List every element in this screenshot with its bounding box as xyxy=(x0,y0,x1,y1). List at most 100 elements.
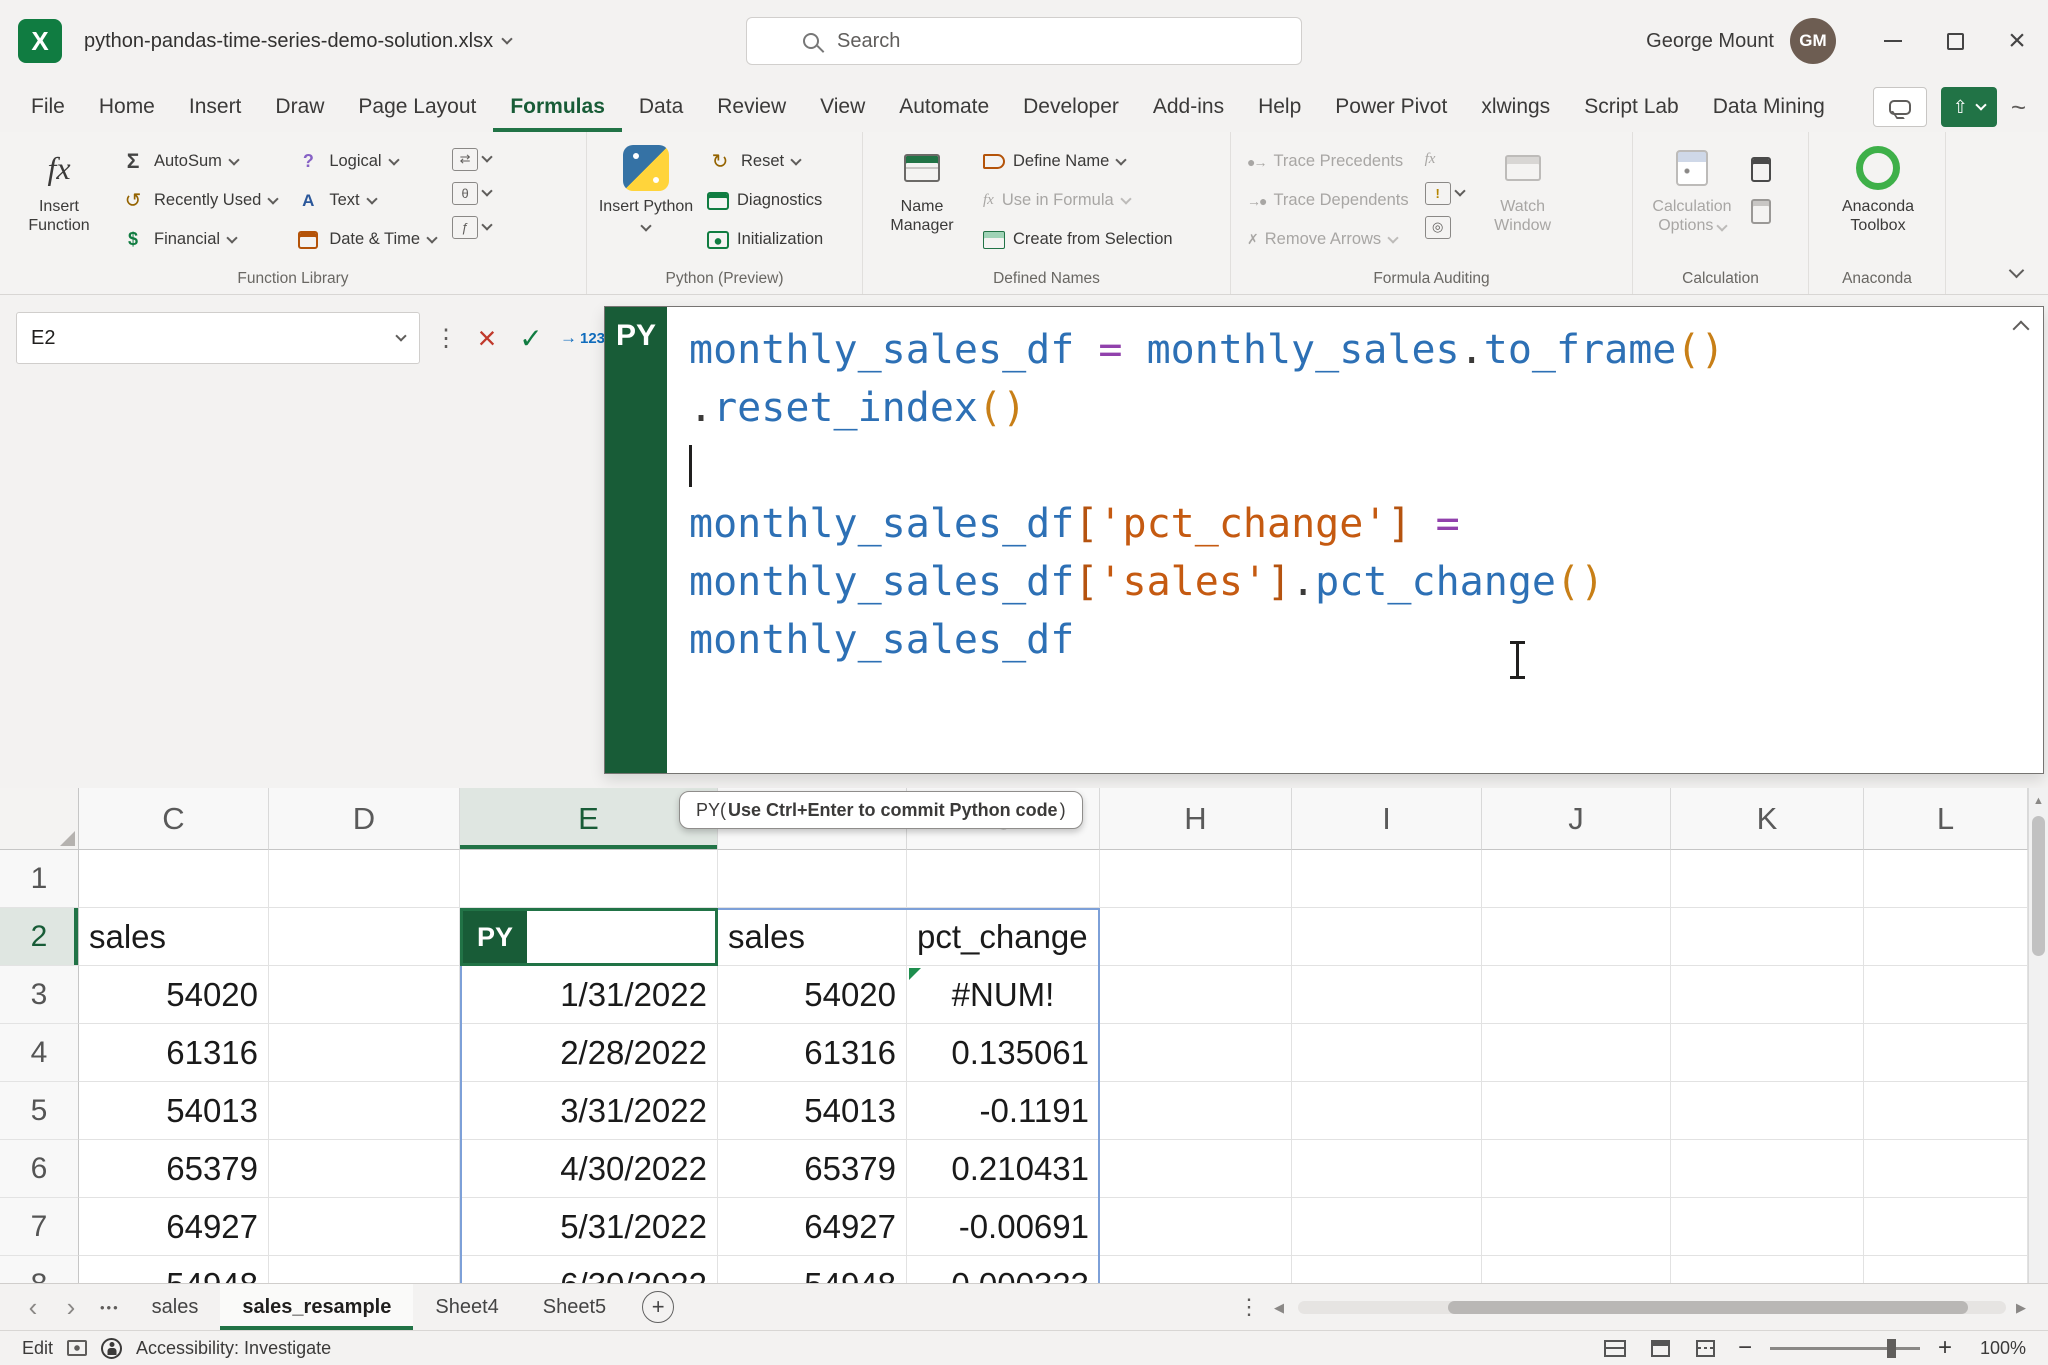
row-header-8[interactable]: 8 xyxy=(0,1256,79,1283)
name-box[interactable]: E2 xyxy=(16,312,420,364)
tab-power-pivot[interactable]: Power Pivot xyxy=(1318,82,1464,132)
share-button[interactable]: ⇧ xyxy=(1941,87,1997,127)
search-input[interactable]: Search xyxy=(746,17,1302,65)
trace-dependents-button[interactable]: →●Trace Dependents xyxy=(1241,181,1415,220)
row-header-4[interactable]: 4 xyxy=(0,1024,79,1082)
sheet-tab-sales[interactable]: sales xyxy=(130,1284,221,1330)
date-time-button[interactable]: Date & Time xyxy=(289,220,442,259)
calculate-now-button[interactable] xyxy=(1747,152,1775,186)
cell[interactable] xyxy=(1671,1082,1864,1140)
col-header-C[interactable]: C xyxy=(79,788,269,850)
cell[interactable] xyxy=(1482,908,1671,966)
zoom-slider-knob[interactable] xyxy=(1887,1339,1896,1358)
cell[interactable] xyxy=(269,850,460,908)
cell[interactable] xyxy=(1292,1256,1482,1283)
sheet-list-button[interactable]: ••• xyxy=(100,1300,120,1315)
tab-automate[interactable]: Automate xyxy=(882,82,1006,132)
cell[interactable] xyxy=(907,850,1100,908)
enter-button[interactable]: ✓ xyxy=(516,322,546,355)
sheet-tab-sheet4[interactable]: Sheet4 xyxy=(413,1284,520,1330)
col-header-H[interactable]: H xyxy=(1100,788,1292,850)
cell[interactable] xyxy=(1292,1024,1482,1082)
cell[interactable] xyxy=(1482,1198,1671,1256)
cell[interactable] xyxy=(1100,908,1292,966)
initialization-button[interactable]: Initialization xyxy=(701,220,829,259)
sheet-tab-sheet5[interactable]: Sheet5 xyxy=(521,1284,628,1330)
cell[interactable] xyxy=(1864,1024,2028,1082)
zoom-in-button[interactable]: + xyxy=(1935,1334,1955,1362)
horizontal-scrollbar-thumb[interactable] xyxy=(1448,1301,1968,1314)
cell-G6[interactable]: 0.210431 xyxy=(907,1140,1100,1198)
cell-E5[interactable]: 3/31/2022 xyxy=(460,1082,718,1140)
avatar[interactable]: GM xyxy=(1790,18,1836,64)
comments-button[interactable] xyxy=(1873,87,1927,127)
tab-page-layout[interactable]: Page Layout xyxy=(341,82,493,132)
use-in-formula-button[interactable]: fxUse in Formula xyxy=(977,181,1179,220)
cell[interactable] xyxy=(1100,1198,1292,1256)
cell[interactable] xyxy=(1671,1140,1864,1198)
sheet-tab-sales-resample[interactable]: sales_resample xyxy=(220,1284,413,1330)
cell[interactable] xyxy=(1292,850,1482,908)
zoom-slider[interactable] xyxy=(1770,1347,1920,1350)
cell[interactable] xyxy=(1864,908,2028,966)
tab-insert[interactable]: Insert xyxy=(172,82,259,132)
cell[interactable] xyxy=(1671,1256,1864,1283)
formula-code-area[interactable]: monthly_sales_df = monthly_sales.to_fram… xyxy=(667,307,2043,773)
tab-file[interactable]: File xyxy=(14,82,82,132)
cell-E8[interactable]: 6/30/2022 xyxy=(460,1256,718,1283)
workbook-title[interactable]: python-pandas-time-series-demo-solution.… xyxy=(84,30,511,53)
cell[interactable] xyxy=(1671,966,1864,1024)
cell-C2[interactable]: sales xyxy=(79,908,269,966)
row-header-6[interactable]: 6 xyxy=(0,1140,79,1198)
cell-G3[interactable]: #NUM! xyxy=(907,966,1100,1024)
view-page-layout-button[interactable] xyxy=(1645,1336,1675,1360)
active-cell-E2[interactable]: PY xyxy=(460,908,718,966)
cell-E4[interactable]: 2/28/2022 xyxy=(460,1024,718,1082)
remove-arrows-button[interactable]: ✗Remove Arrows xyxy=(1241,220,1415,259)
row-header-5[interactable]: 5 xyxy=(0,1082,79,1140)
cell-E7[interactable]: 5/31/2022 xyxy=(460,1198,718,1256)
cell-F3[interactable]: 54020 xyxy=(718,966,907,1024)
cell[interactable] xyxy=(1100,966,1292,1024)
cell[interactable] xyxy=(269,1082,460,1140)
cell-G8[interactable]: 0.000323 xyxy=(907,1256,1100,1283)
cell-F6[interactable]: 65379 xyxy=(718,1140,907,1198)
calculate-sheet-button[interactable] xyxy=(1747,194,1775,228)
tab-draw[interactable]: Draw xyxy=(258,82,341,132)
accessibility-status[interactable]: Accessibility: Investigate xyxy=(136,1338,331,1359)
tab-home[interactable]: Home xyxy=(82,82,172,132)
hscroll-right-icon[interactable]: ▶ xyxy=(2016,1300,2026,1316)
cell[interactable] xyxy=(1292,966,1482,1024)
logical-button[interactable]: ?Logical xyxy=(289,142,442,181)
cell[interactable] xyxy=(1482,1024,1671,1082)
vertical-scrollbar-thumb[interactable] xyxy=(2032,816,2045,956)
insert-python-button[interactable]: Insert Python xyxy=(597,138,695,235)
row-header-3[interactable]: 3 xyxy=(0,966,79,1024)
anaconda-toolbox-button[interactable]: Anaconda Toolbox xyxy=(1818,138,1938,235)
cell-F8[interactable]: 54948 xyxy=(718,1256,907,1283)
collapse-ribbon-icon[interactable] xyxy=(2009,263,2025,279)
cell[interactable] xyxy=(269,908,460,966)
reset-button[interactable]: ↻Reset xyxy=(701,142,829,181)
sheet-more-icon[interactable]: ⋮ xyxy=(1238,1294,1260,1320)
evaluate-formula-button[interactable]: ◎ xyxy=(1421,210,1468,244)
show-formulas-button[interactable]: fx xyxy=(1421,142,1468,176)
tab-view[interactable]: View xyxy=(803,82,882,132)
more-functions-button[interactable]: ƒ xyxy=(448,210,495,244)
sheet-nav-right-icon[interactable]: › xyxy=(52,1292,90,1323)
math-trig-button[interactable]: θ xyxy=(448,176,495,210)
watch-window-button[interactable]: Watch Window xyxy=(1474,138,1572,235)
cell[interactable] xyxy=(1864,1082,2028,1140)
cell-C8[interactable]: 54948 xyxy=(79,1256,269,1283)
row-header-2[interactable]: 2 xyxy=(0,908,79,966)
text-button[interactable]: AText xyxy=(289,181,442,220)
maximize-button[interactable] xyxy=(1924,0,1986,82)
cell[interactable] xyxy=(1482,966,1671,1024)
macro-record-icon[interactable] xyxy=(67,1340,87,1356)
tab-formulas[interactable]: Formulas xyxy=(493,82,622,132)
row-header-1[interactable]: 1 xyxy=(0,850,79,908)
cell[interactable] xyxy=(269,1198,460,1256)
error-checking-button[interactable]: ! xyxy=(1421,176,1468,210)
horizontal-scrollbar[interactable] xyxy=(1298,1301,2006,1314)
lookup-reference-button[interactable]: ⇄ xyxy=(448,142,495,176)
